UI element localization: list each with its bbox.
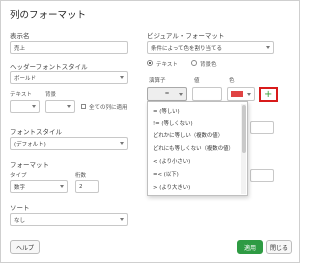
header-font-style-value: ボールド [14,75,37,82]
apply-button[interactable]: 適用 [237,240,263,254]
format-label: フォーマット [10,161,49,169]
sort-select[interactable]: なし [10,213,128,226]
chevron-down-icon [179,92,183,96]
visual-format-select[interactable]: 条件によって色を割り当てる [147,41,274,54]
operator-option[interactable]: > (より大きい) [153,183,190,191]
operator-option[interactable]: = (等しい) [153,107,180,115]
operator-option[interactable]: =< (以下) [153,170,179,178]
type-value: 数字 [14,184,26,191]
chevron-down-icon [32,105,36,108]
dialog-title: 列のフォーマット [10,10,87,21]
radio-text[interactable] [147,60,153,66]
operator-option[interactable]: < (より小さい) [153,157,190,165]
font-style-value: (デフォルト) [14,141,46,148]
digits-input[interactable]: 2 [75,180,99,193]
sort-label: ソート [10,204,30,212]
background-color-picker[interactable] [45,100,75,113]
apply-all-label: 全ての列に適用 [89,105,128,111]
color-swatch [231,91,243,97]
sort-value: なし [14,217,26,224]
operator-value: = [164,91,170,97]
apply-all-checkbox[interactable] [81,104,86,109]
value-header: 値 [194,78,200,84]
help-button[interactable]: ヘルプ [10,240,40,254]
chevron-down-icon [67,105,71,108]
chevron-down-icon [120,218,124,221]
plus-icon: + [264,89,273,100]
header-font-style-select[interactable]: ボールド [10,71,128,84]
operator-select[interactable]: = [147,87,187,101]
close-button[interactable]: 閉じる [266,240,292,254]
radio-background-label: 背景色 [200,62,217,68]
visual-format-value: 条件によって色を割り当てる [151,45,223,52]
header-font-style-label: ヘッダーフォントスタイル [10,63,88,71]
chevron-down-icon [120,76,124,79]
operator-dropdown: = (等しい) != (等しくない) どれかに等しい（複数の値） どれにも等しく… [147,101,248,196]
radio-text-label: テキスト [156,62,178,68]
digits-label: 桁数 [75,173,87,179]
display-name-label: 表示名 [10,32,30,40]
add-condition-button[interactable]: + [259,87,278,102]
display-name-input[interactable]: 売上 [10,41,128,54]
chevron-down-icon [247,92,251,96]
text-color-picker[interactable] [10,100,40,113]
type-label: タイプ [10,173,27,179]
operator-option[interactable]: どれかに等しい（複数の値） [153,131,223,139]
dropdown-scrollbar-thumb[interactable] [242,105,246,153]
visual-format-label: ビジュアル・フォーマット [147,32,225,40]
operator-header: 演算子 [149,78,166,84]
font-style-select[interactable]: (デフォルト) [10,137,128,150]
text-color-label: テキスト [10,92,32,98]
color-header: 色 [229,78,235,84]
condition-color-picker[interactable] [227,87,255,101]
radio-background[interactable] [191,60,197,66]
hidden-field-1[interactable] [250,121,274,134]
operator-option[interactable]: != (等しくない) [153,119,193,127]
operator-option[interactable]: どれにも等しくない（複数の値） [153,144,234,152]
chevron-down-icon [60,185,64,188]
hidden-field-2[interactable] [250,169,274,182]
font-style-label: フォントスタイル [10,128,62,136]
chevron-down-icon [266,46,270,49]
type-select[interactable]: 数字 [10,180,68,193]
background-color-label: 背景 [45,92,57,98]
format-column-dialog: 列のフォーマット 表示名 売上 ヘッダーフォントスタイル ボールド テキスト 背… [0,0,300,263]
chevron-down-icon [120,142,124,145]
condition-value-input[interactable] [192,87,222,101]
